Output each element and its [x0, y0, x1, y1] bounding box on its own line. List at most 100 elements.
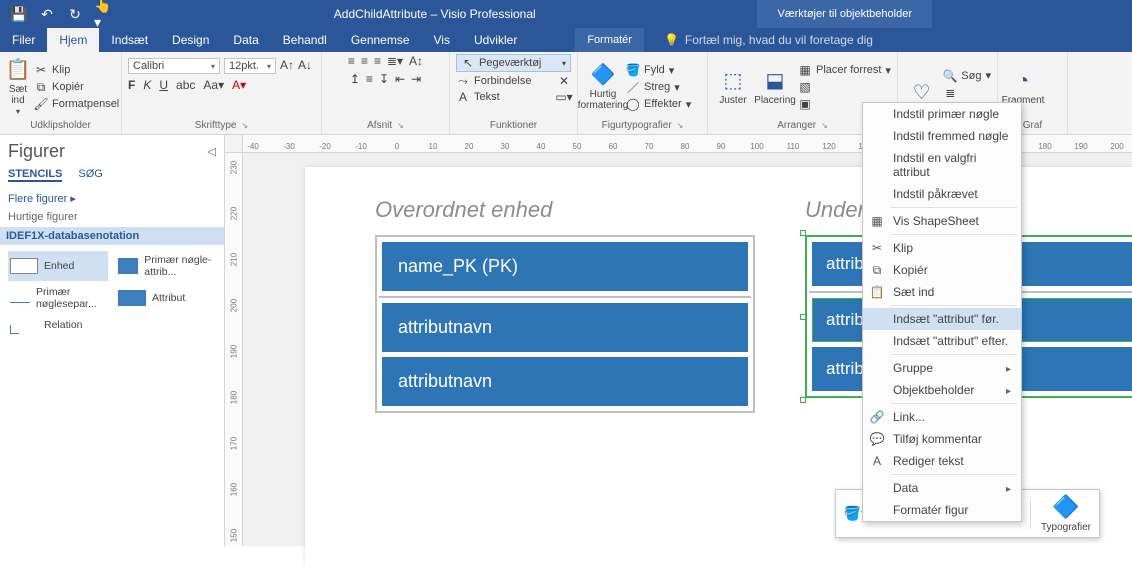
tab-formater[interactable]: Formatér [575, 28, 644, 52]
layers-button[interactable]: ≣ [943, 86, 991, 100]
tab-vis[interactable]: Vis [422, 28, 462, 52]
ctx-insert-before[interactable]: Indsæt "attribut" før. [863, 308, 1021, 330]
touch-mode-icon[interactable]: 👆▾ [94, 5, 112, 23]
align-left-icon[interactable]: ≡ [348, 54, 355, 68]
ctx-format-shape[interactable]: Formatér figur [863, 499, 1021, 521]
tab-gennemse[interactable]: Gennemse [339, 28, 422, 52]
position-button[interactable]: ⬓Placering [756, 69, 794, 106]
paste-button[interactable]: 📋Sæt ind▾ [6, 58, 30, 117]
quick-styles-button[interactable]: 🔷Hurtig formatering [584, 63, 622, 111]
rect-icon[interactable]: ▭▾ [557, 90, 571, 104]
shape-relation[interactable]: Relation [8, 315, 108, 335]
tab-hjem[interactable]: Hjem [47, 28, 99, 52]
align-center-icon[interactable]: ≡ [361, 54, 368, 68]
ctx-insert-after[interactable]: Indsæt "attribut" efter. [863, 330, 1021, 352]
ctx-primary-key[interactable]: Indstil primær nøgle [863, 103, 1021, 125]
send-back-button[interactable]: ▧ [798, 80, 891, 94]
entity1-row-0[interactable]: name_PK (PK) [382, 242, 748, 291]
valign-mid-icon[interactable]: ≡ [366, 72, 373, 86]
ctx-copy[interactable]: ⧉Kopiér [863, 259, 1021, 281]
tab-behandl[interactable]: Behandl [271, 28, 339, 52]
indent-left-icon[interactable]: ⇤ [395, 72, 405, 86]
tab-udvikler[interactable]: Udvikler [462, 28, 529, 52]
styles-group-label: Figurtypografier [584, 120, 701, 132]
entity-parent[interactable]: Overordnet enhed name_PK (PK) attributna… [375, 197, 755, 413]
shape-attribut[interactable]: Attribut [116, 283, 216, 313]
collapse-icon[interactable]: ◁ [208, 145, 216, 158]
change-shape-button[interactable]: ♡ [904, 81, 939, 105]
paste-icon: 📋 [869, 285, 885, 299]
fragment-button[interactable]: ◔Fragment [1004, 69, 1042, 106]
ctx-link[interactable]: 🔗Link... [863, 406, 1021, 428]
save-icon[interactable]: 💾 [10, 5, 28, 23]
strike-button[interactable]: abc [176, 78, 195, 92]
scissors-icon: ✂ [869, 241, 885, 255]
increase-font-icon[interactable]: A↑ [280, 58, 294, 74]
pane-tab-stencils[interactable]: STENCILS [8, 168, 62, 182]
ctx-data[interactable]: Data [863, 477, 1021, 499]
window-title: AddChildAttribute – Visio Professional [112, 7, 757, 21]
copy-icon: ⧉ [869, 263, 885, 278]
align-right-icon[interactable]: ≡ [374, 54, 381, 68]
ctx-comment[interactable]: 💬Tilføj kommentar [863, 428, 1021, 450]
bullets-icon[interactable]: ≣▾ [387, 54, 403, 68]
mt-styles-button[interactable]: 🔷Typografier [1041, 494, 1091, 533]
connector-tool[interactable]: ⤳Forbindelse✕ [456, 74, 571, 88]
stencil-selected[interactable]: IDEF1X-databasenotation [0, 227, 224, 245]
format-painter-button[interactable]: 🖌Formatpensel [34, 97, 119, 111]
ctx-group[interactable]: Gruppe [863, 357, 1021, 379]
more-shapes-link[interactable]: Flere figurer ▸ [8, 192, 216, 205]
shape-enhed[interactable]: Enhed [8, 251, 108, 281]
decrease-font-icon[interactable]: A↓ [298, 58, 312, 74]
case-button[interactable]: Aa▾ [203, 78, 224, 92]
tab-data[interactable]: Data [221, 28, 270, 52]
brush-icon: 🖌 [34, 97, 48, 111]
group-icon: ▣ [798, 97, 812, 111]
ctx-container[interactable]: Objektbeholder [863, 379, 1021, 401]
tab-indsat[interactable]: Indsæt [99, 28, 160, 52]
effects-button[interactable]: ◯Effekter▾ [626, 97, 691, 111]
bring-front-button[interactable]: ▦Placer forrest▾ [798, 63, 891, 77]
indent-right-icon[interactable]: ⇥ [411, 72, 421, 86]
tell-me[interactable]: 💡Fortæl mig, hvad du vil foretage dig [644, 28, 873, 52]
entity1-row-1[interactable]: attributnavn [382, 303, 748, 352]
font-family-combo[interactable]: Calibri [128, 58, 220, 74]
underline-button[interactable]: U [159, 78, 168, 92]
italic-button[interactable]: K [143, 78, 151, 92]
valign-top-icon[interactable]: ↥ [350, 72, 360, 86]
bold-button[interactable]: F [128, 78, 135, 92]
ctx-required[interactable]: Indstil påkrævet [863, 183, 1021, 205]
text-icon: A [869, 454, 885, 468]
tab-filer[interactable]: Filer [0, 28, 47, 52]
entity1-row-2[interactable]: attributnavn [382, 357, 748, 406]
font-color-button[interactable]: A▾ [232, 78, 246, 92]
tab-design[interactable]: Design [160, 28, 221, 52]
ctx-foreign-key[interactable]: Indstil fremmed nøgle [863, 125, 1021, 147]
undo-icon[interactable]: ↶ [38, 5, 56, 23]
quick-styles-icon: 🔷 [591, 63, 615, 87]
line-button[interactable]: ／Streg▾ [626, 80, 691, 94]
ctx-paste[interactable]: 📋Sæt ind [863, 281, 1021, 303]
ctx-edit-text[interactable]: ARediger tekst [863, 450, 1021, 472]
ctx-shapesheet[interactable]: ▦Vis ShapeSheet [863, 210, 1021, 232]
pointer-tool[interactable]: ↖Pegeværktøj▾ [456, 54, 571, 72]
text-tool[interactable]: ATekst▭▾ [456, 90, 571, 104]
copy-button[interactable]: ⧉Kopiér [34, 80, 119, 94]
pane-tab-search[interactable]: SØG [78, 168, 102, 182]
search-button[interactable]: 🔍Søg▾ [943, 69, 991, 83]
font-size-combo[interactable]: 12pkt. [224, 58, 276, 74]
text-direction-icon[interactable]: A↕ [409, 54, 423, 68]
ctx-optional-attr[interactable]: Indstil en valgfri attribut [863, 147, 1021, 183]
shape-pk-attr[interactable]: Primær nøgle-attrib... [116, 251, 216, 281]
tools-group-label: Funktioner [456, 120, 571, 132]
shape-pk-sep[interactable]: Primær nøglesepar... [8, 283, 108, 313]
x-icon[interactable]: ✕ [557, 74, 571, 88]
mt-styles-icon: 🔷 [1052, 494, 1079, 520]
redo-icon[interactable]: ↻ [66, 5, 84, 23]
valign-bot-icon[interactable]: ↧ [379, 72, 389, 86]
cut-button[interactable]: ✂Klip [34, 63, 119, 77]
fill-button[interactable]: 🪣Fyld▾ [626, 63, 691, 77]
align-button[interactable]: ⬚Juster [714, 69, 752, 106]
link-icon: 🔗 [869, 410, 885, 424]
ctx-cut[interactable]: ✂Klip [863, 237, 1021, 259]
